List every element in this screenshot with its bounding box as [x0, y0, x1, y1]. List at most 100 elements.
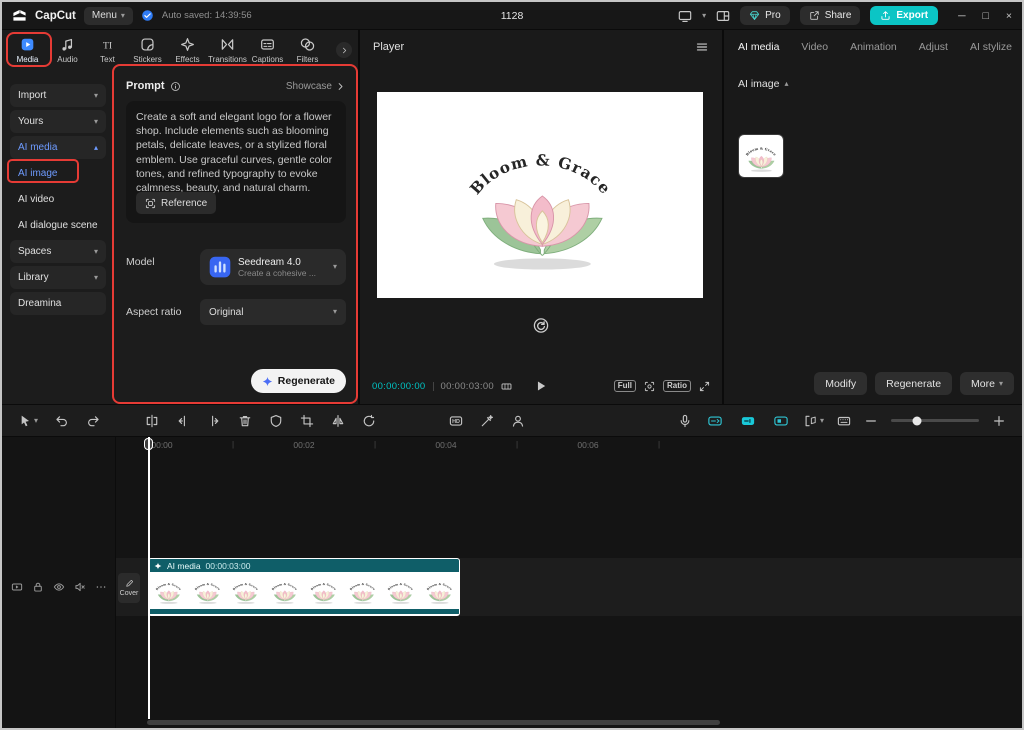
- ai-image-thumbnail[interactable]: Bloom & Grace: [738, 134, 784, 178]
- sidebar-item-dreamina[interactable]: Dreamina: [10, 292, 106, 315]
- close-button[interactable]: ×: [1006, 10, 1012, 22]
- maximize-button[interactable]: □: [983, 10, 989, 22]
- player-menu-icon[interactable]: [695, 40, 709, 54]
- tab-filters[interactable]: Filters: [288, 37, 327, 64]
- aspect-ratio-value: Original: [209, 307, 243, 318]
- mask-icon[interactable]: [269, 414, 283, 428]
- minimize-button[interactable]: ─: [958, 10, 965, 22]
- select-tool-icon[interactable]: [18, 414, 32, 428]
- tab-transitions[interactable]: Transitions: [208, 37, 247, 64]
- delete-icon[interactable]: [238, 414, 252, 428]
- full-screen-badge[interactable]: Full: [614, 380, 636, 392]
- regenerate-button[interactable]: Regenerate: [251, 369, 346, 393]
- mirror-icon[interactable]: [331, 414, 345, 428]
- modify-button[interactable]: Modify: [814, 372, 867, 395]
- sidebar-item-ai-media[interactable]: AI media ▴: [10, 136, 106, 159]
- chevron-down-icon[interactable]: ▾: [702, 12, 706, 20]
- share-button[interactable]: Share: [800, 6, 861, 25]
- split-icon[interactable]: [145, 414, 159, 428]
- microphone-icon[interactable]: [678, 414, 692, 428]
- track-preview-icon[interactable]: [11, 581, 23, 593]
- sidebar-item-ai-video[interactable]: AI video: [10, 188, 106, 211]
- chevron-down-icon: ▾: [999, 380, 1003, 388]
- mute-icon[interactable]: [74, 581, 86, 593]
- prompt-input[interactable]: Create a soft and elegant logo for a flo…: [126, 101, 346, 223]
- export-button[interactable]: Export: [870, 6, 938, 25]
- properties-tabs: AI media Video Animation Adjust AI styli…: [724, 30, 1024, 64]
- sidebar-item-label: Dreamina: [18, 298, 61, 309]
- timeline-ruler[interactable]: 00:00|00:02|00:04|00:06|: [2, 437, 1022, 454]
- chevron-down-icon[interactable]: ▾: [820, 417, 824, 425]
- playhead-handle[interactable]: [144, 438, 153, 450]
- visibility-icon[interactable]: [53, 581, 65, 593]
- loop-icon[interactable]: [533, 317, 550, 334]
- zoom-slider[interactable]: [891, 419, 979, 422]
- tab-ai-media[interactable]: AI media: [738, 41, 779, 53]
- frame-view-icon[interactable]: [501, 381, 512, 392]
- hd-icon[interactable]: HD: [449, 414, 463, 428]
- crop-icon[interactable]: [300, 414, 314, 428]
- sidebar-item-ai-dialogue-scene[interactable]: AI dialogue scene: [10, 214, 106, 237]
- redo-icon[interactable]: [86, 414, 100, 428]
- sidebar-item-import[interactable]: Import ▾: [10, 84, 106, 107]
- cover-label: Cover: [120, 590, 139, 597]
- more-button[interactable]: More ▾: [960, 372, 1014, 395]
- showcase-link[interactable]: Showcase: [286, 81, 346, 92]
- pro-button[interactable]: Pro: [740, 6, 790, 25]
- regenerate-button-right[interactable]: Regenerate: [875, 372, 952, 395]
- clip-thumbnail: Bloom & Grace: [149, 572, 188, 609]
- magic-wand-icon[interactable]: [480, 414, 494, 428]
- trim-right-icon[interactable]: [207, 414, 221, 428]
- zoom-slider-knob[interactable]: [913, 416, 922, 425]
- audio-track-icon[interactable]: [804, 414, 818, 428]
- fullscreen-icon[interactable]: [699, 381, 710, 392]
- sidebar-item-yours[interactable]: Yours ▾: [10, 110, 106, 133]
- keyboard-icon[interactable]: [837, 414, 851, 428]
- ai-image-section-header[interactable]: AI image ▴: [738, 78, 1024, 90]
- tab-text[interactable]: TI Text: [88, 37, 127, 64]
- undo-icon[interactable]: [55, 414, 69, 428]
- track-toggle-1-icon[interactable]: [705, 414, 725, 428]
- timeline-clip[interactable]: AI media 00:00:03:00 Bloom & Grace Bloom…: [148, 558, 460, 616]
- preview-display-icon[interactable]: [678, 9, 692, 23]
- tab-stickers[interactable]: Stickers: [128, 37, 167, 64]
- sidebar-item-spaces[interactable]: Spaces ▾: [10, 240, 106, 263]
- info-icon[interactable]: [170, 81, 181, 92]
- track-toggle-3-icon[interactable]: [771, 414, 791, 428]
- section-title: AI image: [738, 78, 779, 90]
- ratio-badge[interactable]: Ratio: [663, 380, 691, 392]
- tab-effects[interactable]: Effects: [168, 37, 207, 64]
- tab-media[interactable]: Media: [8, 37, 47, 64]
- tab-audio[interactable]: Audio: [48, 37, 87, 64]
- sidebar-item-library[interactable]: Library ▾: [10, 266, 106, 289]
- model-label: Model: [126, 249, 200, 268]
- focus-icon[interactable]: [644, 381, 655, 392]
- zoom-out-icon[interactable]: [864, 414, 878, 428]
- track-toggle-2-icon[interactable]: [738, 414, 758, 428]
- character-icon[interactable]: [511, 414, 525, 428]
- tab-adjust[interactable]: Adjust: [919, 41, 948, 53]
- reference-button[interactable]: Reference: [136, 192, 216, 214]
- more-icon[interactable]: [95, 581, 107, 593]
- play-button[interactable]: [534, 379, 548, 393]
- clip-thumbnail: Bloom & Grace: [420, 572, 459, 609]
- lock-icon[interactable]: [32, 581, 44, 593]
- app-name: CapCut: [35, 10, 76, 22]
- tab-video[interactable]: Video: [801, 41, 828, 53]
- panel-layout-icon[interactable]: [716, 9, 730, 23]
- zoom-in-icon[interactable]: [992, 414, 1006, 428]
- more-tabs-button[interactable]: [336, 42, 352, 58]
- tab-animation[interactable]: Animation: [850, 41, 897, 53]
- cover-button[interactable]: Cover: [118, 573, 140, 603]
- aspect-ratio-dropdown[interactable]: Original ▾: [200, 299, 346, 325]
- timeline-scrollbar[interactable]: [147, 720, 720, 725]
- tab-captions[interactable]: Captions: [248, 37, 287, 64]
- sidebar-item-ai-image[interactable]: AI image: [10, 162, 106, 185]
- chevron-down-icon[interactable]: ▾: [34, 417, 38, 425]
- playhead[interactable]: [148, 437, 150, 719]
- tab-ai-stylize[interactable]: AI stylize: [970, 41, 1012, 53]
- rotate-icon[interactable]: [362, 414, 376, 428]
- trim-left-icon[interactable]: [176, 414, 190, 428]
- model-dropdown[interactable]: Seedream 4.0 Create a cohesive ... ▾: [200, 249, 346, 285]
- menu-button[interactable]: Menu ▾: [84, 7, 133, 25]
